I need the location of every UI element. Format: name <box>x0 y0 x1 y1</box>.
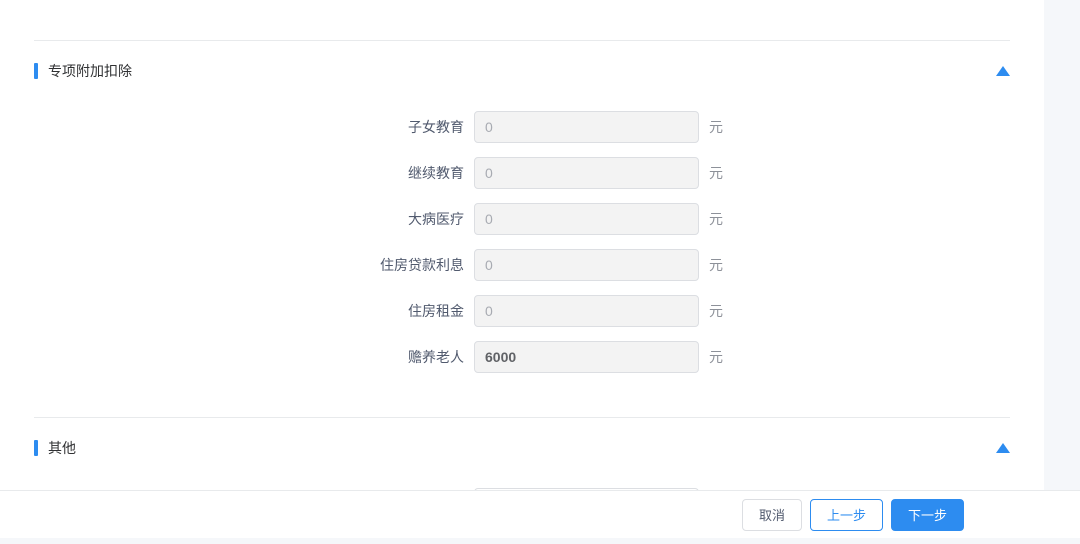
unit-label: 元 <box>709 255 723 275</box>
special-deductions-fields: 子女教育 元 继续教育 元 大病医疗 元 住房贷款利息 元 住房租金 元 赡养老… <box>0 81 1044 397</box>
field-label: 大病医疗 <box>34 209 474 229</box>
previous-section-tail <box>0 0 1044 20</box>
elderly-support-input[interactable] <box>474 341 699 373</box>
section-title: 专项附加扣除 <box>48 61 132 81</box>
continuing-education-input[interactable] <box>474 157 699 189</box>
section-marker-icon <box>34 63 38 79</box>
caret-up-icon <box>996 443 1010 453</box>
section-marker-icon <box>34 440 38 456</box>
field-row-rent: 住房租金 元 <box>34 295 1010 327</box>
field-row-elderly-support: 赡养老人 元 <box>34 341 1010 373</box>
child-education-input[interactable] <box>474 111 699 143</box>
field-label: 住房贷款利息 <box>34 255 474 275</box>
unit-label: 元 <box>709 301 723 321</box>
cancel-button[interactable]: 取消 <box>742 499 802 531</box>
field-label: 子女教育 <box>34 117 474 137</box>
section-title-wrap: 专项附加扣除 <box>34 61 132 81</box>
mortgage-interest-input[interactable] <box>474 249 699 281</box>
next-step-button[interactable]: 下一步 <box>891 499 964 531</box>
prev-step-button[interactable]: 上一步 <box>810 499 883 531</box>
field-label: 住房租金 <box>34 301 474 321</box>
section-header-special-deductions: 专项附加扣除 <box>0 41 1044 81</box>
unit-label: 元 <box>709 347 723 367</box>
field-label: 继续教育 <box>34 163 474 183</box>
section-title: 其他 <box>48 438 76 458</box>
unit-label: 元 <box>709 163 723 183</box>
collapse-toggle[interactable] <box>996 443 1010 453</box>
rent-input[interactable] <box>474 295 699 327</box>
section-title-wrap: 其他 <box>34 438 76 458</box>
medical-input[interactable] <box>474 203 699 235</box>
field-row-mortgage-interest: 住房贷款利息 元 <box>34 249 1010 281</box>
collapse-toggle[interactable] <box>996 66 1010 76</box>
unit-label: 元 <box>709 117 723 137</box>
form-panel: 专项附加扣除 子女教育 元 继续教育 元 大病医疗 元 住房贷款利息 元 <box>0 0 1044 498</box>
field-row-continuing-education: 继续教育 元 <box>34 157 1010 189</box>
field-row-child-education: 子女教育 元 <box>34 111 1010 143</box>
caret-up-icon <box>996 66 1010 76</box>
unit-label: 元 <box>709 209 723 229</box>
footer-action-bar: 取消 上一步 下一步 <box>0 490 1080 538</box>
field-row-medical: 大病医疗 元 <box>34 203 1010 235</box>
section-header-other: 其他 <box>0 418 1044 458</box>
field-label: 赡养老人 <box>34 347 474 367</box>
